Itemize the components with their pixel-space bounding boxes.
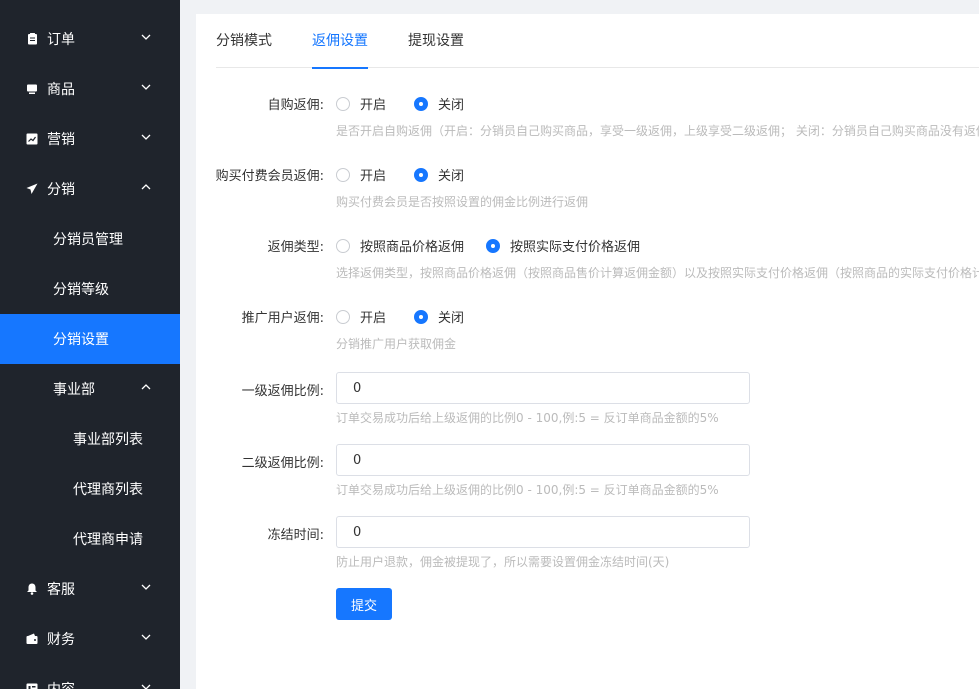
freeze-help: 防止用户退款，佣金被提现了，所以需要设置佣金冻结时间(天) [336,555,670,569]
tab-commission-settings[interactable]: 返佣设置 [312,14,368,69]
sidebar-item-division-list[interactable]: 事业部列表 [0,414,180,464]
level2-ratio-input[interactable] [336,444,750,476]
bell-icon [26,583,38,595]
sidebar-item-label: 分销员管理 [53,232,123,248]
promotion-off-radio[interactable]: 关闭 [414,307,464,326]
main-panel: 分销模式 返佣设置 提现设置 自购返佣: 开启 关闭 是否开启自购返佣（开启：分… [196,14,979,689]
self-purchase-label: 自购返佣: [267,98,324,113]
member-purchase-on-radio[interactable]: 开启 [336,165,386,184]
chevron-down-icon [140,581,152,593]
paper-plane-icon [26,183,38,195]
sidebar-item-customer-service[interactable]: 客服 [0,564,180,614]
sidebar-item-division[interactable]: 事业部 [0,364,180,414]
sidebar-item-agent-list[interactable]: 代理商列表 [0,464,180,514]
sidebar-item-label: 财务 [47,632,75,648]
level2-label: 二级返佣比例: [241,456,324,471]
sidebar-item-label: 分销设置 [53,332,109,348]
member-purchase-off-radio[interactable]: 关闭 [414,165,464,184]
level1-ratio-input[interactable] [336,372,750,404]
tab-bar: 分销模式 返佣设置 提现设置 [216,14,979,69]
freeze-label: 冻结时间: [267,528,324,543]
sidebar-item-label: 事业部列表 [73,432,143,448]
sidebar-item-distribution-settings[interactable]: 分销设置 [0,314,180,364]
chevron-up-icon [140,181,152,193]
wallet-icon [26,633,38,645]
sidebar-item-label: 事业部 [53,382,95,398]
sidebar-item-content[interactable]: 内容 [0,664,180,689]
sidebar-item-label: 客服 [47,582,75,598]
member-purchase-label: 购买付费会员返佣: [215,169,324,184]
sidebar-item-label: 分销 [47,182,75,198]
tab-withdrawal-settings[interactable]: 提现设置 [408,14,464,68]
content-icon [26,683,38,689]
chevron-down-icon [140,631,152,643]
tab-distribution-mode[interactable]: 分销模式 [216,14,272,68]
chart-icon [26,133,38,145]
sidebar-item-distributor-management[interactable]: 分销员管理 [0,214,180,264]
sidebar-item-marketing[interactable]: 营销 [0,114,180,164]
commission-type-help: 选择返佣类型，按照商品价格返佣（按照商品售价计算返佣金额）以及按照实际支付价格返… [336,266,979,280]
commission-type-actual-payment-radio[interactable]: 按照实际支付价格返佣 [486,236,640,255]
clipboard-icon [26,33,38,45]
level1-help: 订单交易成功后给上级返佣的比例0 - 100,例:5 = 反订单商品金额的5% [336,411,719,425]
freeze-time-input[interactable] [336,516,750,548]
sidebar-item-label: 代理商列表 [73,482,143,498]
goods-icon [26,83,38,95]
sidebar-item-label: 分销等级 [53,282,109,298]
sidebar-item-agent-application[interactable]: 代理商申请 [0,514,180,564]
promotion-label: 推广用户返佣: [241,311,324,326]
member-purchase-help: 购买付费会员是否按照设置的佣金比例进行返佣 [336,195,589,209]
sidebar-item-finance[interactable]: 财务 [0,614,180,664]
self-purchase-off-radio[interactable]: 关闭 [414,94,464,113]
chevron-down-icon [140,681,152,689]
sidebar-item-distribution-level[interactable]: 分销等级 [0,264,180,314]
promotion-help: 分销推广用户获取佣金 [336,337,457,351]
submit-button[interactable]: 提交 [336,588,392,620]
sidebar-item-label: 营销 [47,132,75,148]
promotion-on-radio[interactable]: 开启 [336,307,386,326]
self-purchase-on-radio[interactable]: 开启 [336,94,386,113]
chevron-down-icon [140,131,152,143]
sidebar-item-label: 订单 [47,32,75,48]
sidebar-item-label: 内容 [47,679,75,689]
sidebar-item-goods[interactable]: 商品 [0,64,180,114]
sidebar-item-orders[interactable]: 订单 [0,14,180,64]
self-purchase-help: 是否开启自购返佣（开启：分销员自己购买商品，享受一级返佣，上级享受二级返佣； 关… [336,124,979,138]
sidebar-item-label: 商品 [47,82,75,98]
sidebar-item-label: 代理商申请 [73,532,143,548]
commission-type-goods-price-radio[interactable]: 按照商品价格返佣 [336,236,464,255]
chevron-up-icon [140,381,152,393]
chevron-down-icon [140,31,152,43]
commission-type-label: 返佣类型: [267,240,324,255]
sidebar-item-distribution[interactable]: 分销 [0,164,180,214]
chevron-down-icon [140,81,152,93]
level1-label: 一级返佣比例: [241,384,324,399]
level2-help: 订单交易成功后给上级返佣的比例0 - 100,例:5 = 反订单商品金额的5% [336,483,719,497]
sidebar: 订单 商品 营销 分销 分销员管理 分销等级 分销设置 事业部 事业部列表 代理… [0,0,180,689]
